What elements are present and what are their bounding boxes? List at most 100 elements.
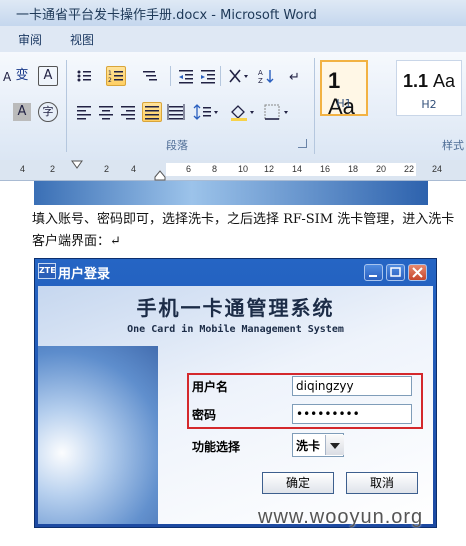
hanging-indent-marker[interactable]: [154, 169, 166, 181]
dropdown-button[interactable]: [325, 435, 344, 455]
watermark: www.wooyun.org: [258, 506, 424, 528]
horizontal-ruler[interactable]: 4 2 2 4 6 8 10 12 14 16 18 20 22 24: [0, 160, 466, 181]
bullets-button[interactable]: [74, 66, 94, 86]
ruler-number: 4: [131, 164, 137, 174]
align-center-icon: [99, 106, 113, 120]
close-button[interactable]: [408, 264, 427, 281]
align-right-button[interactable]: [118, 102, 138, 122]
document-paragraph[interactable]: 填入账号、密码即可，选择洗卡，之后选择 RF-SIM 洗卡管理，进入洗卡客户端界…: [32, 209, 462, 253]
show-marks-button[interactable]: ↵: [284, 66, 304, 86]
multilevel-list-icon: [143, 71, 157, 81]
enclose-char-button[interactable]: 字: [38, 102, 58, 122]
maximize-icon: [390, 267, 401, 277]
first-line-indent-marker[interactable]: [71, 160, 83, 170]
svg-text:Z: Z: [258, 77, 263, 85]
chevron-down-icon: [330, 443, 340, 449]
ruler-number: 20: [376, 164, 387, 174]
shading-button[interactable]: [228, 102, 258, 122]
system-subheading: One Card in Mobile Management System: [127, 324, 344, 335]
styles-group-label: 样式: [442, 139, 464, 152]
char-border-button[interactable]: A: [38, 66, 58, 86]
align-right-icon: [121, 106, 135, 120]
paragraph-group-label: 段落: [166, 139, 188, 152]
password-label: 密码: [192, 408, 217, 422]
justify-icon: [145, 106, 159, 120]
tab-view[interactable]: 视图: [70, 31, 94, 48]
system-heading: 手机一卡通管理系统: [136, 296, 335, 320]
ruler-number: 2: [104, 164, 110, 174]
asian-layout-button[interactable]: [226, 66, 252, 86]
align-left-button[interactable]: [74, 102, 94, 122]
style-heading2-name: H2: [421, 98, 437, 111]
paragraph-dialog-launcher[interactable]: [298, 139, 307, 148]
ribbon-separator: [66, 60, 67, 152]
char-shading-button[interactable]: A: [12, 102, 32, 122]
ribbon-tabs: 审阅 视图: [0, 26, 466, 53]
line-spacing-icon: [193, 104, 218, 120]
borders-icon: [264, 104, 288, 120]
char-shading-icon: A: [13, 103, 31, 121]
function-select-value: 洗卡: [296, 439, 321, 453]
minimize-button[interactable]: [364, 264, 383, 281]
enclose-char-icon: 字: [42, 105, 54, 118]
cancel-button[interactable]: 取消: [346, 472, 418, 494]
decrease-indent-button[interactable]: [176, 66, 196, 86]
password-field[interactable]: •••••••••: [292, 404, 412, 424]
phonetic-guide-button[interactable]: 变: [12, 66, 32, 86]
phonetic-guide-icon: 变: [15, 68, 29, 83]
window-title: 一卡通省平台发卡操作手册.docx - Microsoft Word: [16, 8, 317, 23]
username-field[interactable]: diqingzyy: [292, 376, 412, 396]
ruler-number: 2: [50, 164, 56, 174]
ok-button[interactable]: 确定: [262, 472, 334, 494]
ruler-number: 22: [404, 164, 415, 174]
function-select[interactable]: 洗卡: [292, 433, 344, 457]
ruler-number: 18: [348, 164, 359, 174]
svg-text:2: 2: [108, 77, 112, 84]
maximize-button[interactable]: [386, 264, 405, 281]
paragraph-mark-icon: ↵: [289, 70, 300, 85]
previous-screenshot-fragment: [34, 181, 428, 205]
svg-text:A: A: [258, 69, 263, 77]
ruler-number: 8: [212, 164, 218, 174]
close-icon: [412, 267, 423, 278]
ruler-number: 12: [264, 164, 275, 174]
svg-text:A: A: [3, 70, 12, 84]
decrease-indent-icon: [179, 70, 193, 84]
window-title-bar: 一卡通省平台发卡操作手册.docx - Microsoft Word: [0, 0, 466, 26]
zte-logo-icon: ZTE: [38, 263, 56, 279]
function-select-label: 功能选择: [192, 440, 241, 454]
style-heading1-name: H1: [336, 97, 352, 110]
multilevel-list-button[interactable]: [140, 66, 160, 86]
bullets-icon: [77, 70, 91, 82]
style-heading2-sample: 1.1 Aa: [403, 71, 456, 91]
svg-text:1: 1: [108, 70, 112, 77]
ruler-number: 10: [238, 164, 249, 174]
svg-text:↵: ↵: [289, 70, 300, 85]
line-spacing-button[interactable]: [192, 102, 222, 122]
increase-indent-button[interactable]: [198, 66, 218, 86]
distributed-button[interactable]: [166, 102, 186, 122]
asian-layout-icon: [229, 69, 248, 83]
ruler-number: 6: [186, 164, 192, 174]
numbering-button[interactable]: 12: [106, 66, 126, 86]
sort-button[interactable]: AZ: [256, 66, 276, 86]
align-center-button[interactable]: [96, 102, 116, 122]
numbering-icon: 12: [108, 70, 123, 84]
ribbon-separator: [220, 66, 221, 86]
style-heading2[interactable]: 1.1 Aa H2: [396, 60, 462, 116]
distributed-icon: [167, 104, 185, 120]
ruler-number: 16: [320, 164, 331, 174]
login-dialog-title: 用户登录: [58, 267, 111, 282]
sort-icon: AZ: [258, 69, 274, 85]
username-label: 用户名: [192, 380, 229, 394]
justify-button[interactable]: [142, 102, 162, 122]
ribbon-separator: [314, 58, 315, 154]
tab-review[interactable]: 审阅: [18, 31, 42, 48]
paint-bucket-icon: [231, 105, 254, 121]
ribbon-separator: [170, 66, 171, 86]
ruler-number: 24: [432, 164, 443, 174]
style-heading1[interactable]: 1 Aa H1: [320, 60, 368, 119]
borders-button[interactable]: [262, 102, 292, 122]
style-heading1-sample: 1 Aa: [328, 68, 355, 119]
increase-indent-icon: [201, 70, 215, 84]
